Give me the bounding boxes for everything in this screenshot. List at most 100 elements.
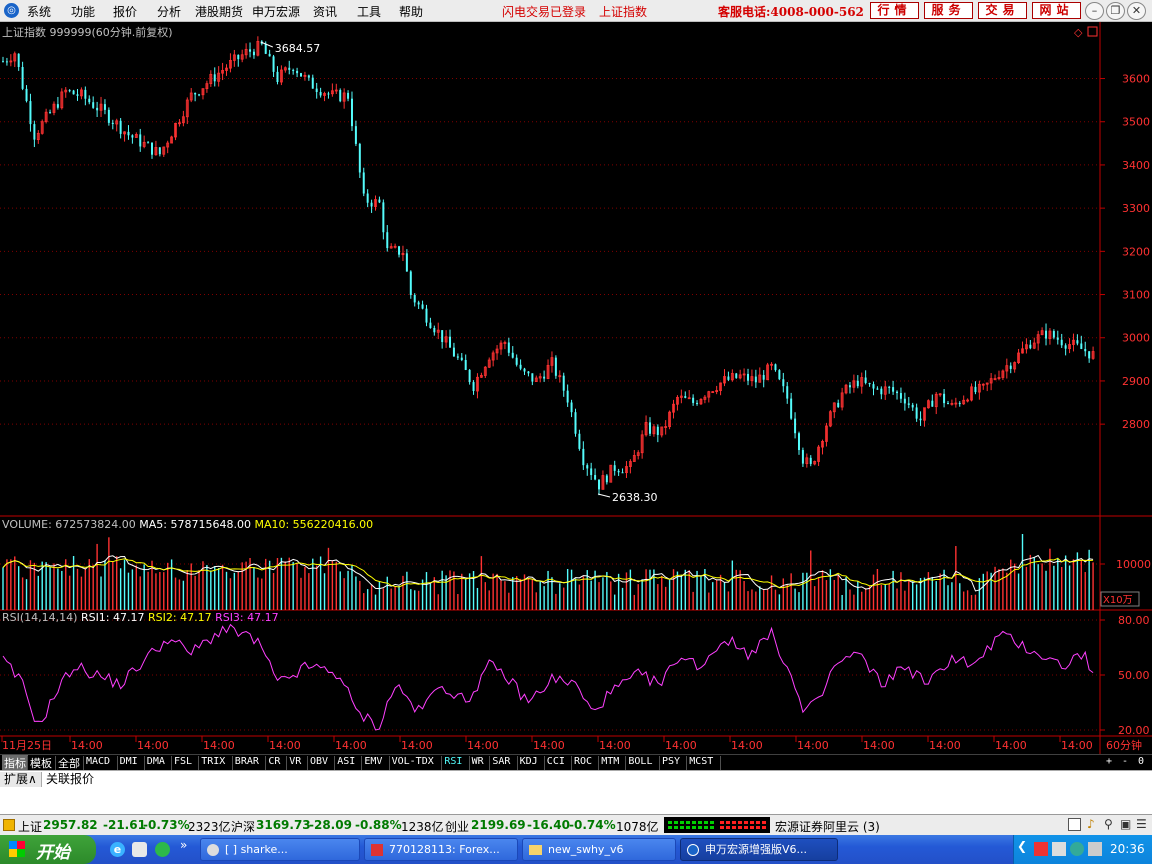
browser-icon[interactable] bbox=[155, 842, 170, 857]
window-icon[interactable] bbox=[1068, 818, 1081, 831]
tab-separator bbox=[516, 756, 518, 770]
taskbar-item-sharke[interactable]: [ ] sharke... bbox=[200, 838, 360, 861]
indicator-tab-rsi[interactable]: RSI bbox=[444, 756, 462, 767]
candle-body bbox=[460, 357, 463, 361]
candle-body bbox=[88, 98, 91, 103]
candle-body bbox=[856, 380, 859, 387]
rsi-tick-label: 50.00 bbox=[1118, 669, 1150, 682]
candle-body bbox=[111, 122, 114, 124]
indicator-tab-dma[interactable]: DMA bbox=[147, 756, 165, 767]
indicator-tab-vr[interactable]: VR bbox=[289, 756, 301, 767]
menu-news[interactable]: 资讯 bbox=[313, 3, 337, 20]
indicator-tab-trix[interactable]: TRIX bbox=[201, 756, 225, 767]
bell-icon[interactable]: ♪ bbox=[1087, 817, 1095, 831]
indicator-tab-fsl[interactable]: FSL bbox=[174, 756, 192, 767]
indicator-tab-sar[interactable]: SAR bbox=[492, 756, 510, 767]
indicator-tab-obv[interactable]: OBV bbox=[310, 756, 328, 767]
status-bar: 上证 2957.82 -21.61 -0.73% 2323亿 沪深 3169.7… bbox=[0, 814, 1152, 836]
candle-body bbox=[409, 271, 412, 296]
indicator-tab-dmi[interactable]: DMI bbox=[120, 756, 138, 767]
candle-body bbox=[17, 53, 20, 67]
show-desktop-icon[interactable] bbox=[132, 842, 147, 857]
add-indicator-button[interactable]: + bbox=[1106, 756, 1112, 767]
candle-body bbox=[378, 199, 381, 203]
candle-body bbox=[107, 109, 110, 123]
related-quotes-tab[interactable]: 关联报价 bbox=[46, 772, 94, 787]
indicator-tab-asi[interactable]: ASI bbox=[337, 756, 355, 767]
menu-analysis[interactable]: 分析 bbox=[157, 3, 181, 20]
quicklaunch-more-icon[interactable]: » bbox=[180, 838, 187, 852]
indicator-tab-brar[interactable]: BRAR bbox=[235, 756, 259, 767]
menu-swhy[interactable]: 申万宏源 bbox=[252, 3, 300, 20]
remove-indicator-button[interactable]: - bbox=[1122, 756, 1128, 767]
reset-indicator-button[interactable]: 0 bbox=[1138, 756, 1144, 767]
indicator-tab-指标[interactable]: 指标 bbox=[2, 755, 28, 771]
settings-icon[interactable]: ☰ bbox=[1136, 817, 1147, 831]
trade-button[interactable]: 交易 bbox=[978, 2, 1027, 19]
menu-help[interactable]: 帮助 bbox=[399, 3, 423, 20]
candle-body bbox=[903, 398, 906, 404]
indicator-tab-cci[interactable]: CCI bbox=[547, 756, 565, 767]
indicator-tab-vol-tdx[interactable]: VOL-TDX bbox=[392, 756, 434, 767]
candle-body bbox=[919, 418, 922, 421]
lock-icon[interactable] bbox=[3, 819, 15, 831]
indicator-tab-mtm[interactable]: MTM bbox=[601, 756, 619, 767]
indicator-tab-macd[interactable]: MACD bbox=[86, 756, 110, 767]
taskbar-item-forex[interactable]: 770128113: Forex... bbox=[364, 838, 518, 861]
indicator-tab-mcst[interactable]: MCST bbox=[689, 756, 713, 767]
candle-body bbox=[684, 396, 687, 398]
service-button[interactable]: 服务 bbox=[924, 2, 973, 19]
close-window-button[interactable]: ✕ bbox=[1127, 2, 1146, 20]
time-tick-label: 14:00 bbox=[731, 739, 763, 752]
tab-separator bbox=[659, 756, 660, 770]
ie-icon[interactable]: e bbox=[110, 842, 125, 857]
menu-tools[interactable]: 工具 bbox=[357, 3, 381, 20]
menu-system[interactable]: 系统 bbox=[27, 3, 51, 20]
lock-status-icon[interactable]: ▣ bbox=[1120, 817, 1131, 831]
indicator-tab-boll[interactable]: BOLL bbox=[628, 756, 652, 767]
indicator-tab-emv[interactable]: EMV bbox=[364, 756, 382, 767]
indicator-tab-cr[interactable]: CR bbox=[268, 756, 280, 767]
candle-body bbox=[1052, 331, 1055, 338]
app-logo-icon[interactable]: ◎ bbox=[4, 3, 19, 18]
start-button[interactable]: 开始 bbox=[0, 835, 96, 864]
minimize-window-button[interactable]: – bbox=[1085, 2, 1104, 20]
tray-network-icon[interactable] bbox=[1052, 842, 1066, 856]
candle-body bbox=[892, 387, 895, 392]
tray-flag-icon[interactable] bbox=[1034, 842, 1048, 856]
sh-percent: -0.73% bbox=[143, 818, 190, 832]
indicator-lines bbox=[2, 554, 1094, 731]
candle-body bbox=[1056, 337, 1059, 340]
tray-volume-icon[interactable] bbox=[1088, 842, 1102, 856]
menu-quote[interactable]: 报价 bbox=[113, 3, 137, 20]
tray-expand-icon[interactable]: ❮ bbox=[1017, 839, 1027, 853]
indicator-tab-模板[interactable]: 模板 bbox=[30, 755, 52, 771]
tray-shield-icon[interactable] bbox=[1070, 842, 1084, 856]
menu-function[interactable]: 功能 bbox=[71, 3, 95, 20]
candle-body bbox=[974, 386, 977, 393]
hs-label: 沪深 bbox=[231, 820, 256, 834]
website-button[interactable]: 网站 bbox=[1032, 2, 1081, 19]
signal-icon[interactable]: ⚲ bbox=[1104, 817, 1113, 831]
taskbar-item-folder[interactable]: new_swhy_v6 bbox=[522, 838, 676, 861]
time-tick-label: 14:00 bbox=[137, 739, 169, 752]
time-tick-label: 14:00 bbox=[401, 739, 433, 752]
candle-body bbox=[382, 202, 385, 233]
candle-body bbox=[131, 135, 134, 138]
expand-tab[interactable]: 扩展∧ bbox=[0, 772, 42, 787]
candle-body bbox=[907, 403, 910, 405]
taskbar-item-label: 770128113: Forex... bbox=[389, 843, 500, 856]
candle-body bbox=[272, 56, 275, 72]
candle-body bbox=[794, 418, 797, 434]
taskbar-item-swhy[interactable]: 申万宏源增强版V6... bbox=[680, 838, 838, 861]
indicator-tab-psy[interactable]: PSY bbox=[662, 756, 680, 767]
indicator-tab-kdj[interactable]: KDJ bbox=[520, 756, 538, 767]
indicator-tab-wr[interactable]: WR bbox=[472, 756, 484, 767]
candle-body bbox=[1029, 344, 1032, 349]
indicator-tab-roc[interactable]: ROC bbox=[574, 756, 592, 767]
kline-chart[interactable]: 3600 3500 3400 3300 3200 3100 3000 2900 2800 3684… bbox=[0, 22, 1152, 754]
restore-window-button[interactable]: ❐ bbox=[1106, 2, 1125, 20]
market-button[interactable]: 行情 bbox=[870, 2, 919, 19]
indicator-tab-全部[interactable]: 全部 bbox=[58, 755, 80, 771]
menu-hk-futures[interactable]: 港股期货 bbox=[195, 3, 243, 20]
